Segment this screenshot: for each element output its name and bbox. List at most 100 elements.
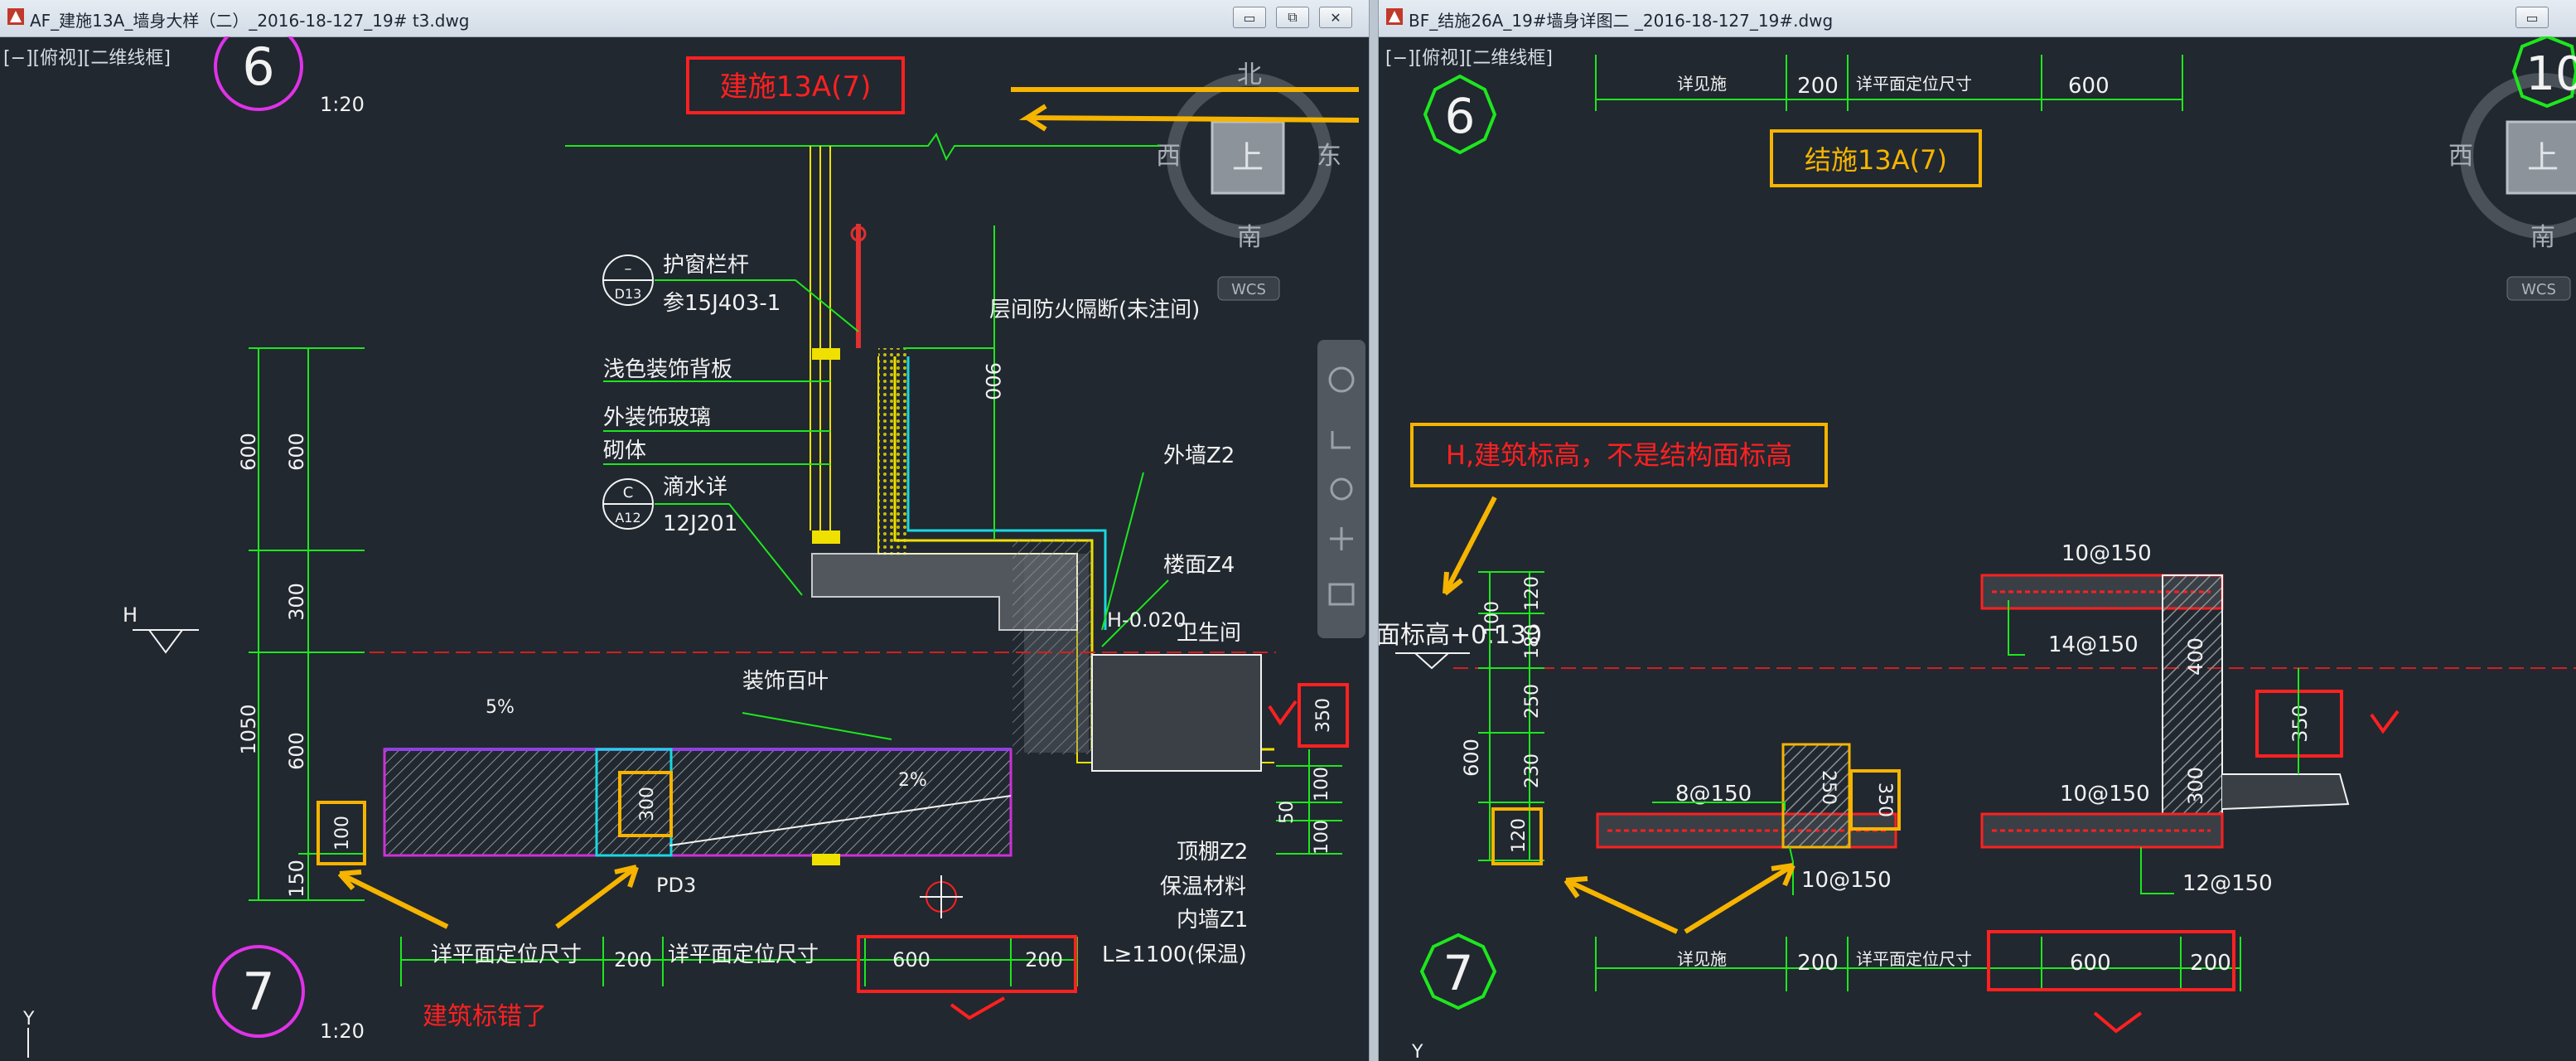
label-panel: 浅色装饰背板 <box>603 357 732 382</box>
annotation-error: 建筑标错了 <box>423 1002 547 1031</box>
svg-text:100: 100 <box>1312 767 1332 802</box>
bottom-600: 600 <box>892 948 930 971</box>
dim-180: 180 <box>1522 624 1543 659</box>
svg-text:WCS: WCS <box>1231 281 1266 298</box>
left-drawing-canvas[interactable]: 6 1:20 上 北 南 西 东 WCS 建施13A(7) H 600 600 … <box>0 36 1369 1061</box>
navigation-bar[interactable] <box>1317 340 1365 638</box>
minimize-button[interactable]: ▭ <box>1233 7 1266 28</box>
detail-6-number: 6 <box>1445 88 1476 144</box>
label-inner-wall: 内墙Z1 <box>1177 908 1248 933</box>
label-railing-ref: 参15J403-1 <box>663 291 781 316</box>
dim-300: 300 <box>285 583 308 621</box>
dim-350-left: 350 <box>1874 782 1895 817</box>
annotation-text: H,建筑标高，不是结构面标高 <box>1446 439 1792 471</box>
bottom-200b: 200 <box>1025 948 1063 971</box>
dim-400: 400 <box>2184 637 2207 676</box>
label-louver: 装饰百叶 <box>742 669 829 694</box>
svg-text:50: 50 <box>1277 801 1298 824</box>
label-slope-5: 5% <box>486 697 515 718</box>
dim-120b: 120 <box>1509 818 1530 853</box>
restore-button[interactable]: ⧉ <box>1276 7 1309 28</box>
dim-1050: 1050 <box>237 704 260 754</box>
top-dim-200: 200 <box>1797 74 1839 99</box>
bottom-200b: 200 <box>2190 951 2231 976</box>
svg-text:–: – <box>625 260 632 278</box>
top-dim-label-a: 详见施 <box>1677 74 1727 94</box>
arrow-to-300 <box>555 865 639 929</box>
dim-600: 600 <box>1460 739 1483 777</box>
window-splitter[interactable] <box>1369 0 1379 1061</box>
close-icon: ✕ <box>1330 9 1341 26</box>
minimize-button[interactable]: ▭ <box>2516 7 2549 28</box>
label-pd3: PD3 <box>656 874 696 897</box>
rebar-10-150-top: 10@150 <box>2061 541 2152 566</box>
dim-120a: 120 <box>1522 576 1543 611</box>
left-cad-window[interactable]: AF_建施13A_墙身大样（二）_2016-18-127_19# t3.dwg … <box>0 0 1369 1061</box>
bottom-slab <box>383 748 1013 865</box>
viewcube-south: 南 <box>1237 223 1262 252</box>
viewcube-south: 南 <box>2530 223 2555 252</box>
svg-text:D13: D13 <box>615 286 642 302</box>
viewcube-east: 东 <box>1317 142 1341 171</box>
bottom-200a: 200 <box>1797 951 1839 976</box>
right-viewport-label[interactable]: [−][俯视][二维线框] <box>1385 43 1553 70</box>
label-h: H <box>123 603 138 627</box>
left-window-title: AF_建施13A_墙身大样（二）_2016-18-127_19# t3.dwg <box>30 11 470 31</box>
svg-text:100: 100 <box>332 816 353 850</box>
ucs-y-axis: Y <box>22 1009 35 1030</box>
svg-text:A12: A12 <box>615 510 640 526</box>
bottom-label-a: 详见施 <box>1677 949 1727 969</box>
rebar-14-150: 14@150 <box>2048 632 2139 657</box>
svg-text:C: C <box>623 484 634 501</box>
viewcube-top: 上 <box>2527 139 2559 176</box>
top-dim-label-b: 详平面定位尺寸 <box>1856 74 1972 94</box>
label-elev: H-0.020 <box>1107 608 1186 632</box>
rebar-10-150-mid: 10@150 <box>2060 782 2150 807</box>
detail-7-number: 7 <box>1443 945 1474 1001</box>
dim-150: 150 <box>285 860 308 898</box>
left-viewport-label[interactable]: [−][俯视][二维线框] <box>3 43 171 70</box>
detail-6-number: 6 <box>242 36 274 97</box>
check-mark-right <box>1268 700 1298 726</box>
close-button[interactable]: ✕ <box>1319 7 1352 28</box>
label-slope-2: 2% <box>898 770 927 791</box>
viewcube[interactable]: 上 北 南 西 东 WCS <box>1156 61 1341 301</box>
label-bath: 卫生间 <box>1177 621 1241 646</box>
label-drip-ref: 12J201 <box>663 511 737 536</box>
rebar-10-150-left: 10@150 <box>1801 868 1892 893</box>
autocad-app-icon <box>7 8 24 25</box>
right-cad-window[interactable]: BF_结施26A_19#墙身详图二 _2016-18-127_19#.dwg ▭… <box>1379 0 2576 1061</box>
ucs-y-axis: Y <box>1411 1042 1423 1061</box>
scale-bottom: 1:20 <box>320 1020 365 1043</box>
minimize-icon: ▭ <box>2525 9 2539 26</box>
dim-250-beam: 250 <box>1818 770 1839 805</box>
arrow-to-120 <box>1563 876 1679 934</box>
check-mark-right <box>2370 710 2400 734</box>
left-title-bar[interactable]: AF_建施13A_墙身大样（二）_2016-18-127_19# t3.dwg … <box>0 0 1369 37</box>
partial-elev-label: 面标高+0.130 <box>1379 621 1542 650</box>
right-title-bar[interactable]: BF_结施26A_19#墙身详图二 _2016-18-127_19#.dwg ▭ <box>1379 0 2576 37</box>
autocad-app-icon <box>1386 8 1403 25</box>
bottom-label-b: 详平面定位尺寸 <box>1856 949 1972 969</box>
dim-900: 900 <box>981 362 1004 400</box>
detail-7-number: 7 <box>242 962 274 1022</box>
label-fire-stop: 层间防火隔断(未注间) <box>989 298 1200 322</box>
label-length: L≥1100(保温) <box>1102 942 1247 967</box>
sheet-ref-label: 结施13A(7) <box>1805 144 1947 176</box>
right-drawing-canvas[interactable]: 上 西 南 WCS 10 6 详见施 200 详平面定位尺寸 600 结施13A… <box>1379 36 2576 1061</box>
svg-text:WCS: WCS <box>2521 281 2556 298</box>
viewcube-north: 北 <box>1237 61 1262 90</box>
arrow-to-beam <box>1684 863 1795 934</box>
label-glass: 外装饰玻璃 <box>603 405 711 430</box>
right-window-title: BF_结施26A_19#墙身详图二 _2016-18-127_19#.dwg <box>1409 11 1834 31</box>
label-masonry: 砌体 <box>603 438 646 463</box>
svg-text:100: 100 <box>1312 820 1332 855</box>
label-railing: 护窗栏杆 <box>663 253 749 278</box>
label-drip: 滴水详 <box>663 475 727 500</box>
label-ceiling: 顶棚Z2 <box>1177 840 1248 865</box>
viewcube[interactable]: 上 西 南 WCS <box>2448 73 2576 301</box>
detail-10-number: 10 <box>2525 47 2576 101</box>
dim-250: 250 <box>1522 684 1543 719</box>
label-wall-z2: 外墙Z2 <box>1163 443 1235 468</box>
arrow-to-elev <box>1443 496 1497 596</box>
